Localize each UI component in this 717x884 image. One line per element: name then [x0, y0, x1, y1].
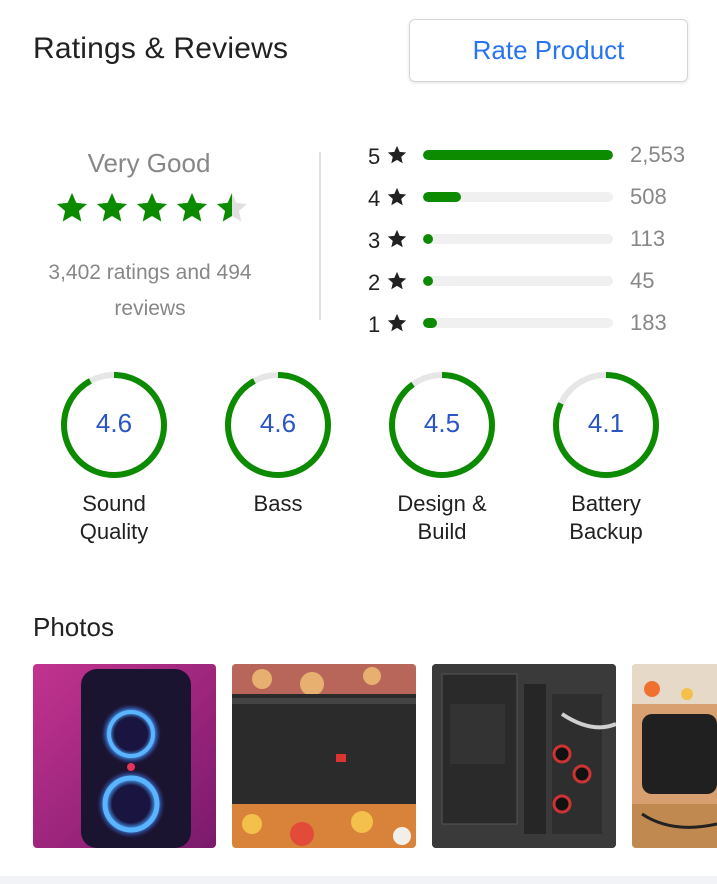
- aspect-label-line2: Quality: [79, 519, 149, 544]
- aspect-label: Design & Build: [366, 490, 518, 546]
- rating-row-count: 113: [630, 226, 666, 251]
- aspect-score: 4.6: [95, 408, 133, 438]
- rating-row-count: 183: [630, 310, 667, 335]
- rating-bar-fill: [423, 276, 433, 286]
- aspect-score: 4.5: [423, 408, 461, 438]
- aspect-rating[interactable]: 4.6 Bass: [202, 370, 352, 560]
- star-icon: [387, 271, 407, 290]
- star-icon: [177, 193, 207, 222]
- rating-bar-fill: [423, 234, 433, 244]
- rating-bar-track: [423, 318, 613, 328]
- rating-row-count: 508: [630, 184, 667, 209]
- speaker-photo-1: [33, 664, 216, 848]
- summary-divider: [319, 152, 321, 320]
- aspect-label-line1: Design &: [397, 491, 487, 516]
- photo-thumbnail[interactable]: [33, 664, 216, 848]
- rating-bar-fill: [423, 150, 613, 160]
- photos-title: Photos: [33, 612, 114, 642]
- average-stars: [54, 190, 254, 230]
- rating-row-count: 2,553: [630, 142, 686, 167]
- aspect-rating[interactable]: 4.5 Design & Build: [366, 370, 516, 560]
- rating-row-3[interactable]: 3 113: [368, 224, 698, 264]
- rating-bar-track: [423, 234, 613, 244]
- rating-row-label: 5: [368, 144, 381, 169]
- aspect-label: Battery Backup: [530, 490, 682, 546]
- star-icon: [387, 229, 407, 248]
- star-icon: [387, 313, 407, 332]
- aspect-label-line1: Bass: [253, 491, 303, 516]
- rating-bar-fill: [423, 192, 461, 202]
- aspect-rating[interactable]: 4.1 Battery Backup: [530, 370, 680, 560]
- rating-row-2[interactable]: 2 45: [368, 266, 698, 306]
- rating-verdict: Very Good: [87, 148, 211, 178]
- rate-product-button[interactable]: Rate Product: [409, 19, 688, 82]
- ratings-header: Ratings & Reviews Rate Product: [0, 0, 717, 100]
- aspect-label-line2: Backup: [569, 519, 643, 544]
- aspect-label-line2: Build: [417, 519, 467, 544]
- rating-row-label: 4: [368, 186, 381, 211]
- rating-row-label: 2: [368, 270, 381, 295]
- aspect-ratings: 4.6 Sound Quality 4.6 Bass 4.5 Design & Build 4.…: [0, 370, 717, 560]
- star-icon: [137, 193, 167, 222]
- aspect-label-line1: Sound: [82, 491, 146, 516]
- photo-thumbnail[interactable]: [432, 664, 616, 848]
- star-icon: [387, 187, 407, 206]
- section-title: Ratings & Reviews: [33, 32, 289, 65]
- rating-row-4[interactable]: 4 508: [368, 182, 698, 222]
- rating-bar-track: [423, 276, 613, 286]
- ratings-count-line2: reviews: [114, 297, 186, 320]
- aspect-label-line1: Battery: [571, 491, 641, 516]
- speaker-photo-4: [632, 664, 717, 848]
- star-icon: [387, 145, 407, 164]
- ratings-count-line1: 3,402 ratings and 494: [48, 261, 252, 284]
- rating-row-label: 3: [368, 228, 381, 253]
- photo-thumbnail[interactable]: [232, 664, 416, 848]
- aspect-score: 4.1: [587, 408, 625, 438]
- speaker-photo-2: [232, 664, 416, 848]
- aspect-label: Sound Quality: [38, 490, 190, 546]
- rating-bar-fill: [423, 318, 437, 328]
- rating-row-5[interactable]: 5 2,553: [368, 140, 698, 180]
- section-bottom-border: [0, 876, 717, 884]
- star-icon: [97, 193, 127, 222]
- rating-bar-track: [423, 150, 613, 160]
- photo-thumbnail[interactable]: [632, 664, 717, 848]
- rating-row-count: 45: [630, 268, 655, 293]
- rating-row-1[interactable]: 1 183: [368, 308, 698, 348]
- star-icon: [57, 193, 87, 222]
- rating-row-label: 1: [368, 312, 381, 337]
- aspect-score: 4.6: [259, 408, 297, 438]
- rating-summary: Very Good 3,402 ratings and 494 reviews: [0, 140, 300, 330]
- aspect-rating[interactable]: 4.6 Sound Quality: [38, 370, 188, 560]
- star-icon: [217, 193, 247, 222]
- aspect-label: Bass: [202, 490, 354, 518]
- speaker-photo-3: [432, 664, 616, 848]
- rating-bar-track: [423, 192, 613, 202]
- ratings-count: 3,402 ratings and 494 reviews: [20, 255, 280, 327]
